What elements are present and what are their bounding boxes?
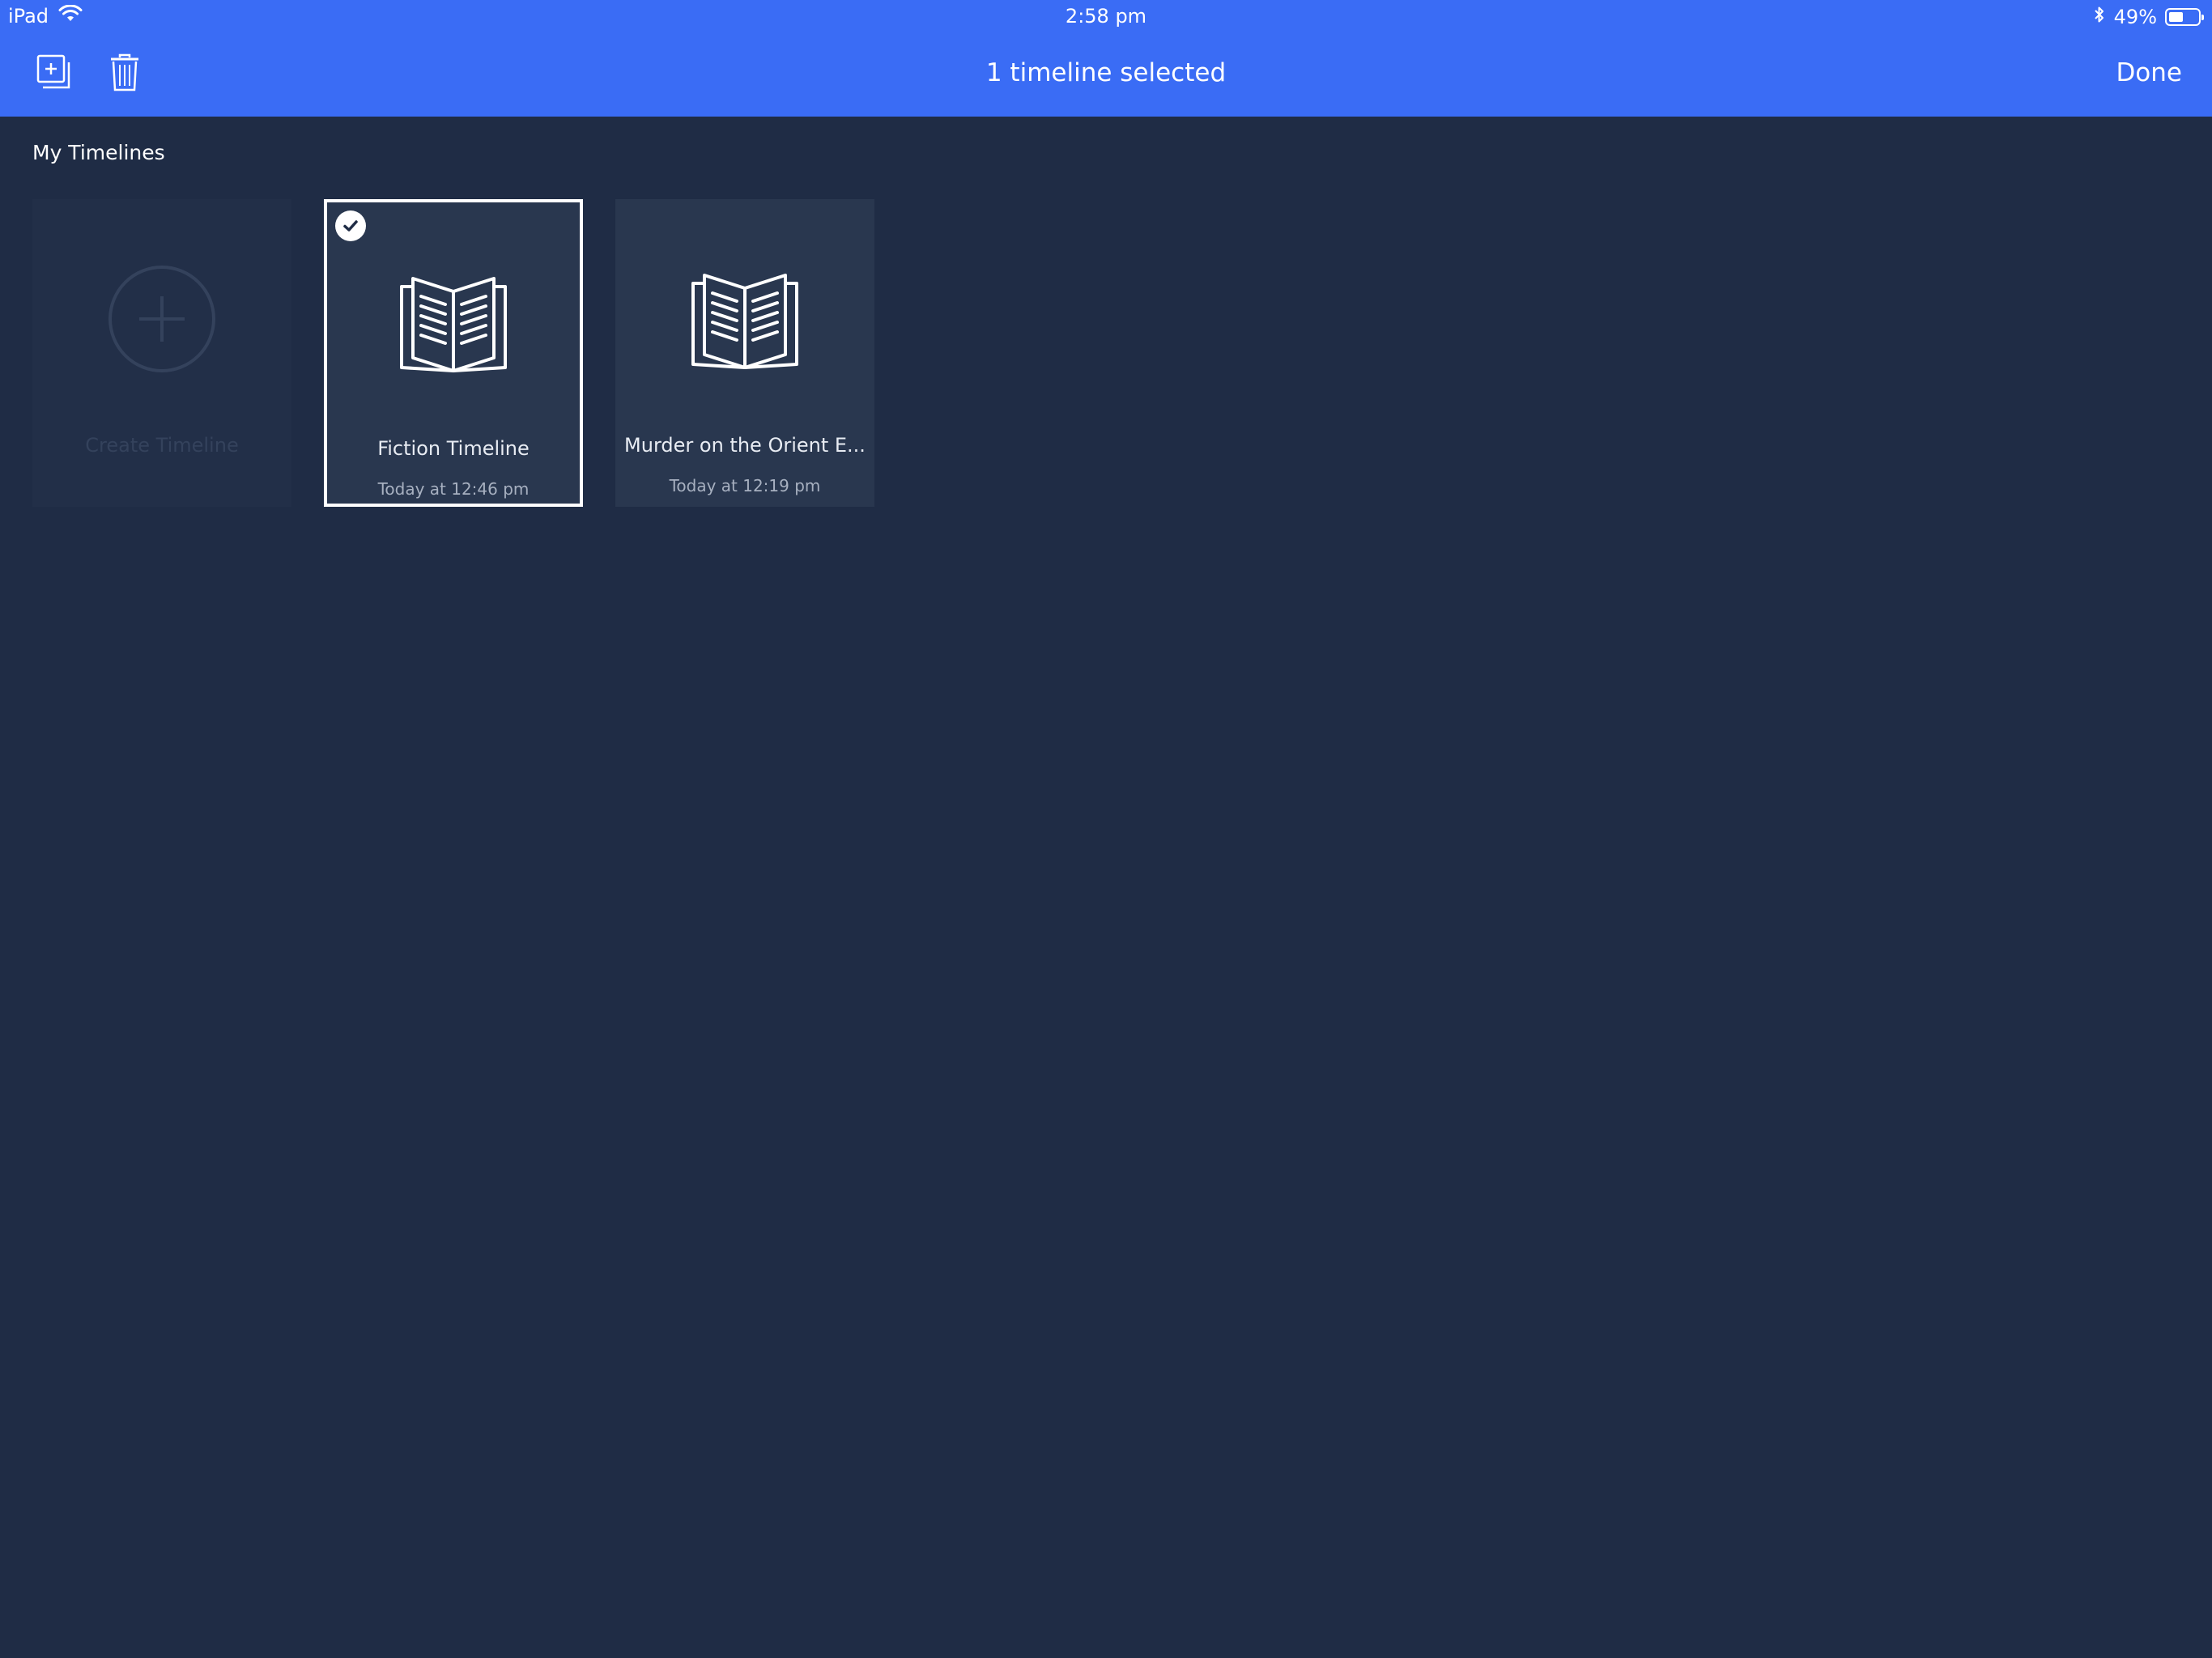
battery-percent: 49%	[2113, 6, 2157, 28]
done-button[interactable]: Done	[2116, 58, 2182, 87]
book-icon-wrap	[615, 264, 874, 374]
battery-level-fill	[2169, 12, 2183, 22]
timeline-card-fiction[interactable]: Fiction Timeline Today at 12:46 pm	[324, 199, 583, 507]
bluetooth-icon	[2093, 5, 2106, 29]
card-name: Fiction Timeline	[377, 437, 530, 460]
status-time: 2:58 pm	[1065, 5, 1147, 28]
create-icon-wrap	[32, 264, 291, 377]
card-name: Create Timeline	[85, 434, 239, 457]
selection-title: 1 timeline selected	[985, 58, 1227, 87]
card-name: Murder on the Orient E...	[624, 434, 866, 457]
checkmark-icon	[335, 210, 366, 241]
book-icon	[690, 264, 800, 374]
create-timeline-card[interactable]: Create Timeline	[32, 199, 291, 507]
timeline-card-murder-on-the-orient[interactable]: Murder on the Orient E... Today at 12:19…	[615, 199, 874, 507]
status-bar-right: 49%	[2093, 5, 2204, 29]
section-title: My Timelines	[32, 141, 165, 164]
nav-bar: 1 timeline selected Done	[0, 34, 2212, 117]
book-icon	[398, 267, 508, 377]
book-icon-wrap	[327, 267, 580, 377]
plus-circle-icon	[107, 264, 217, 377]
card-date: Today at 12:19 pm	[669, 476, 821, 495]
battery-icon	[2165, 8, 2204, 26]
status-bar: iPad 2:58 pm 49%	[0, 0, 2212, 34]
card-date: Today at 12:46 pm	[377, 479, 530, 499]
